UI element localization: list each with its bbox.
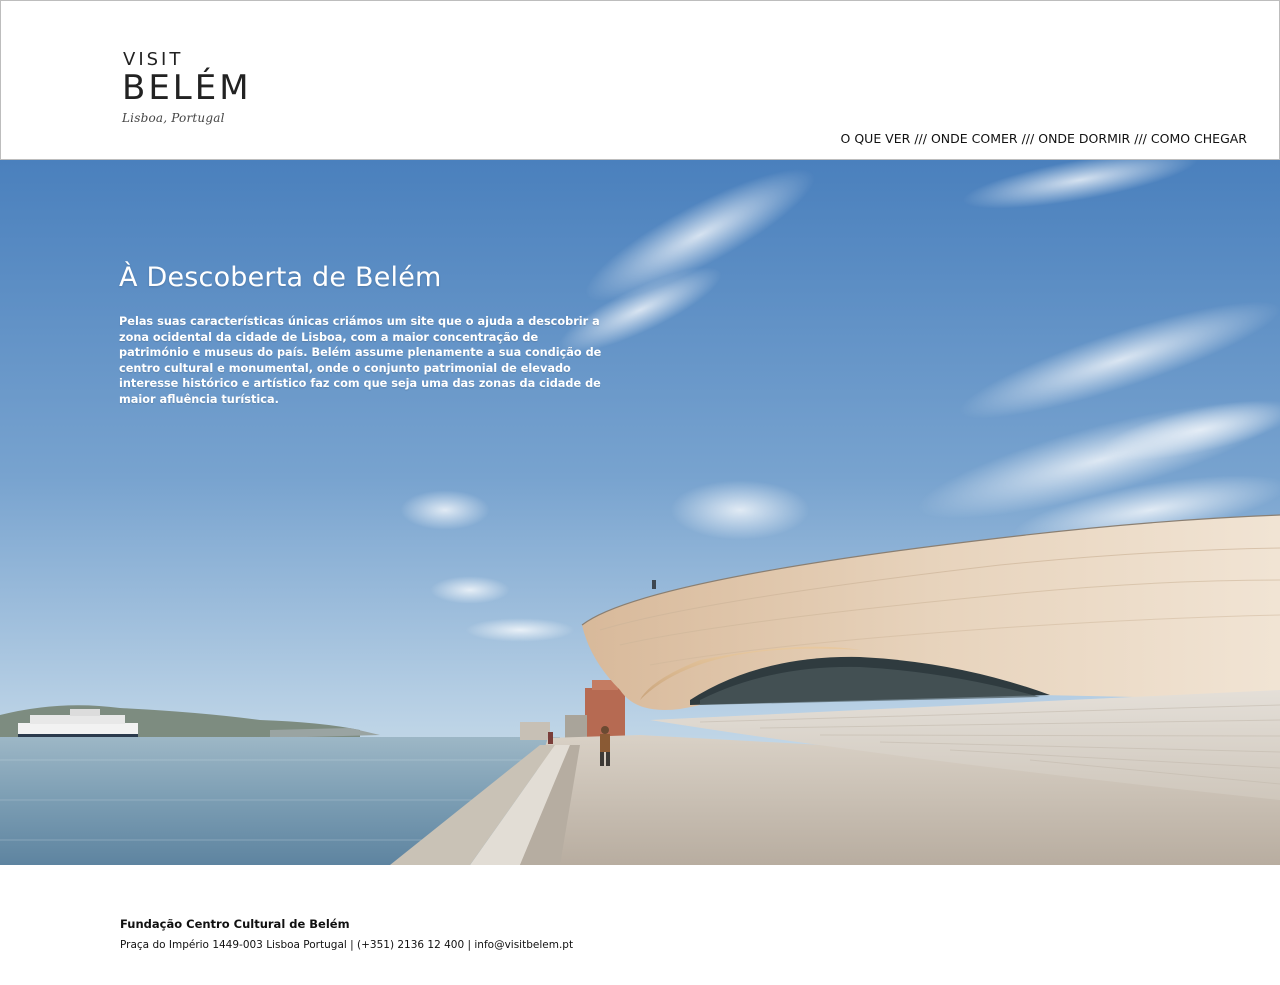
logo-place-text: Lisboa, Portugal xyxy=(122,111,225,125)
main-nav: O QUE VER /// ONDE COMER /// ONDE DORMIR… xyxy=(841,129,1247,147)
hero-text-block: À Descoberta de Belém Pelas suas caracte… xyxy=(119,260,619,408)
site-footer: Fundação Centro Cultural de Belém Praça … xyxy=(0,865,1280,985)
hero-description: Pelas suas características únicas criámo… xyxy=(119,315,602,406)
logo-belem-text: BELÉM xyxy=(122,68,252,108)
nav-item-como-chegar[interactable]: COMO CHEGAR xyxy=(1151,131,1247,146)
nav-item-onde-comer[interactable]: ONDE COMER xyxy=(931,131,1018,146)
site-header: VISIT BELÉM Lisboa, Portugal O QUE VER /… xyxy=(0,0,1280,160)
nav-separator: /// xyxy=(1021,130,1035,146)
hero-section: À Descoberta de Belém Pelas suas caracte… xyxy=(0,160,1280,865)
footer-contact-info: Praça do Império 1449-003 Lisboa Portuga… xyxy=(120,939,574,951)
nav-item-onde-dormir[interactable]: ONDE DORMIR xyxy=(1038,131,1130,146)
site-logo[interactable]: VISIT BELÉM Lisboa, Portugal xyxy=(122,49,282,129)
nav-separator: /// xyxy=(1134,130,1147,146)
nav-separator: /// xyxy=(914,130,927,146)
footer-organization: Fundação Centro Cultural de Belém xyxy=(120,917,350,931)
nav-item-o-que-ver[interactable]: O QUE VER xyxy=(841,131,911,146)
hero-title: À Descoberta de Belém xyxy=(119,262,442,293)
